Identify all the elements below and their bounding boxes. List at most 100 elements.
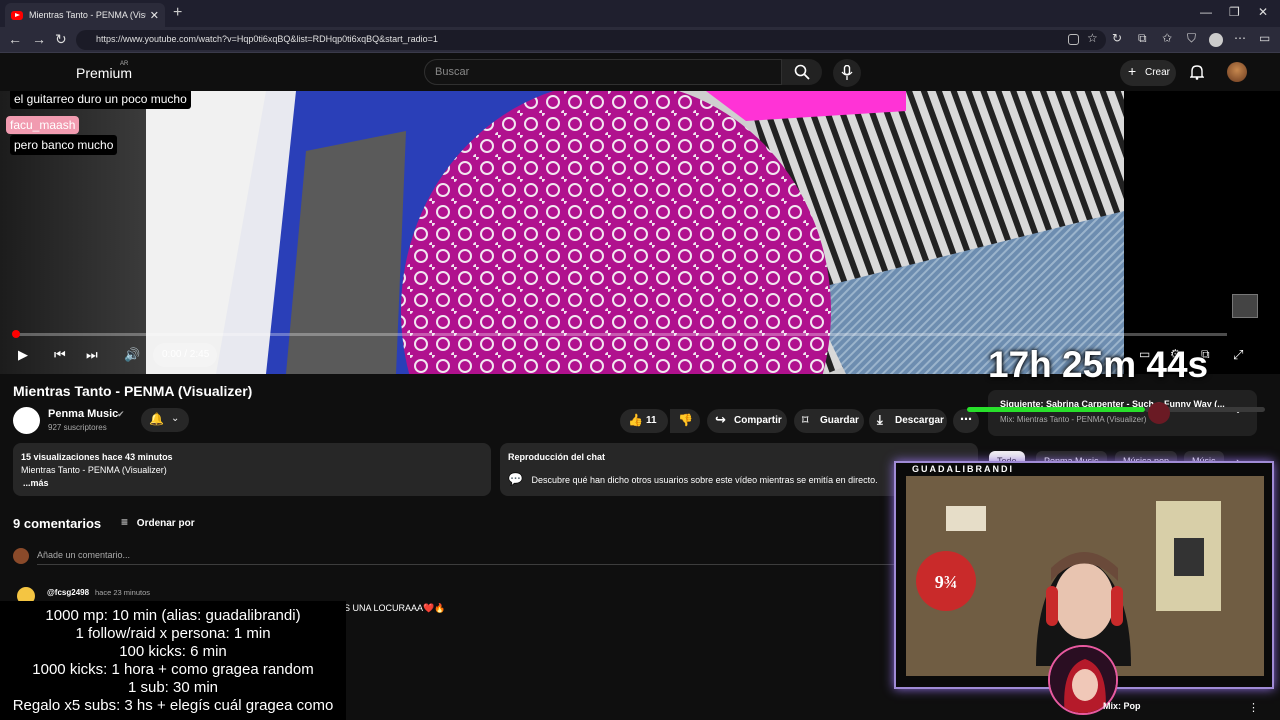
goal-line: 1 sub: 30 min <box>127 679 219 696</box>
browser-tab[interactable]: Mientras Tanto - PENMA (Visualizer) ✕ <box>5 3 165 27</box>
favorites-icon[interactable]: ✩ <box>1162 31 1172 45</box>
streamer-name: GUADALIBRANDI <box>912 464 1014 474</box>
create-label: Crear <box>1145 67 1171 78</box>
more-vert-icon[interactable]: ⋮ <box>1248 701 1259 714</box>
tab-close-icon[interactable]: ✕ <box>150 9 159 22</box>
view-stats: 15 visualizaciones hace 43 minutos <box>21 452 173 462</box>
comment-time[interactable]: hace 23 minutos <box>95 588 150 597</box>
sort-label: Ordenar por <box>136 518 195 529</box>
more-actions-button[interactable]: ⋯ <box>953 409 979 433</box>
show-more-link[interactable]: ...más <box>21 477 491 490</box>
mix-pop-label[interactable]: Mix: Pop <box>1103 701 1141 711</box>
url-text: https://www.youtube.com/watch?v=Hqp0ti6x… <box>96 34 438 44</box>
save-button[interactable]: ⌑ Guardar <box>794 409 864 433</box>
voice-search-button[interactable] <box>833 59 861 87</box>
video-title: Mientras Tanto - PENMA (Visualizer) <box>13 383 253 399</box>
user-avatar[interactable] <box>1227 62 1247 82</box>
progress-bar[interactable] <box>12 330 1227 338</box>
new-tab-icon[interactable]: + <box>173 4 182 22</box>
search-button[interactable] <box>782 59 822 85</box>
reader-icon[interactable] <box>1068 34 1079 45</box>
thumbs-up-icon: 👍 <box>628 413 643 427</box>
sort-icon: ≡ <box>121 515 129 529</box>
tab-title: Mientras Tanto - PENMA (Visualizer) <box>29 10 146 20</box>
favorite-star-icon[interactable]: ☆ <box>1087 31 1098 45</box>
comment-username[interactable]: @fcsg2498 <box>47 588 89 597</box>
channel-name[interactable]: Penma Music <box>48 408 118 420</box>
previous-icon[interactable]: ⏮ <box>54 347 66 363</box>
next-icon[interactable]: ⏭ <box>86 347 98 363</box>
stream-goals: 1000 mp: 10 min (alias: guadalibrandi) 1… <box>0 601 346 720</box>
address-bar-row: ← → ↻ https://www.youtube.com/watch?v=Hq… <box>0 27 1280 53</box>
video-frame <box>146 91 1124 374</box>
download-icon: ⤓ <box>877 412 883 427</box>
logo-region: AR <box>120 61 129 67</box>
shield-icon[interactable]: ⛉ <box>1187 31 1196 46</box>
search-placeholder: Buscar <box>435 66 470 78</box>
browser-menu-icon[interactable]: ⋯ <box>1234 31 1246 45</box>
goal-line: Regalo x5 subs: 3 hs + elegís cuál grage… <box>12 697 334 714</box>
youtube-favicon-icon <box>11 10 23 20</box>
description-text: Mientras Tanto - PENMA (Visualizer) <box>21 465 167 475</box>
share-icon: ↪ <box>715 412 726 427</box>
mini-cam-thumbnail <box>1232 294 1258 318</box>
goal-line: 1000 kicks: 1 hora + como gragea random <box>32 661 314 678</box>
download-button[interactable]: ⤓ Descargar <box>869 409 947 433</box>
like-count: 11 <box>646 415 657 426</box>
play-icon[interactable]: ▶ <box>18 347 28 363</box>
next-up-panel[interactable] <box>988 390 1257 436</box>
url-input[interactable]: https://www.youtube.com/watch?v=Hqp0ti6x… <box>76 30 1106 50</box>
next-avatar <box>1148 402 1170 424</box>
download-label: Descargar <box>895 415 944 426</box>
timer-bar-fill <box>967 407 1145 412</box>
goal-line: 100 kicks: 6 min <box>119 643 227 660</box>
progress-scrubber[interactable] <box>12 330 20 338</box>
fullscreen-icon[interactable]: ⤢ <box>1233 347 1243 363</box>
like-button[interactable]: 👍 11 <box>620 409 668 433</box>
chat-message: pero banco mucho <box>10 135 118 155</box>
browser-profile-avatar[interactable] <box>1209 33 1223 47</box>
chat-username: facu_maash <box>6 116 80 134</box>
window-close-icon[interactable]: ✕ <box>1258 5 1268 19</box>
visualizer-art <box>146 91 1124 374</box>
svg-text:9¾: 9¾ <box>935 572 958 592</box>
stream-timer: 17h 25m 44s <box>988 344 1209 385</box>
goal-line: 1000 mp: 10 min (alias: guadalibrandi) <box>45 607 301 624</box>
thumbs-down-icon: 👎 <box>678 413 693 427</box>
forward-icon[interactable]: → <box>32 31 46 47</box>
comment-text: S UNA LOCURAAA❤️🔥 <box>344 603 446 613</box>
split-screen-icon[interactable]: ⧉ <box>1138 31 1147 46</box>
youtube-logo[interactable]: Premium <box>76 65 132 81</box>
share-button[interactable]: ↪ Compartir <box>707 409 787 433</box>
refresh-extension-icon[interactable]: ↻ <box>1112 31 1122 45</box>
more-icon: ⋯ <box>960 412 972 426</box>
sort-button[interactable]: ≡ Ordenar por <box>121 515 195 529</box>
volume-icon[interactable]: 🔊 <box>124 347 140 363</box>
commenter-avatar <box>13 548 29 564</box>
comments-count: 9 comentarios <box>13 516 102 531</box>
chat-replay-text: Descubre qué han dicho otros usuarios so… <box>531 475 878 485</box>
reload-icon[interactable]: ↻ <box>55 31 67 48</box>
comment-input-underline <box>37 564 972 565</box>
chat-message: el guitarreo duro un poco mucho <box>10 91 191 109</box>
minimize-icon[interactable]: — <box>1200 5 1212 19</box>
maximize-icon[interactable]: ❐ <box>1229 5 1240 19</box>
create-button[interactable]: + Crear <box>1120 60 1176 86</box>
description-box[interactable]: 15 visualizaciones hace 43 minutos Mient… <box>13 443 491 496</box>
notifications-bell-icon[interactable] <box>1190 64 1204 80</box>
time-text: 0:00 / 2:45 <box>162 349 210 360</box>
channel-avatar[interactable] <box>13 407 40 434</box>
dislike-button[interactable]: 👎 <box>670 409 700 433</box>
save-label: Guardar <box>820 415 859 426</box>
sidebar-toggle-icon[interactable]: ▭ <box>1259 31 1270 45</box>
bell-icon: 🔔 <box>149 412 164 426</box>
browser-tab-bar: Mientras Tanto - PENMA (Visualizer) ✕ + … <box>0 0 1280 27</box>
next-up-subtitle: Mix: Mientras Tanto - PENMA (Visualizer) <box>1000 415 1147 424</box>
share-label: Compartir <box>734 415 782 426</box>
video-player[interactable]: facu_maash el guitarreo duro un poco muc… <box>0 91 1280 374</box>
back-icon[interactable]: ← <box>8 31 22 47</box>
subscription-bell-button[interactable]: 🔔 ⌄ <box>141 408 189 432</box>
bookmark-icon: ⌑ <box>802 413 809 427</box>
add-comment-input[interactable]: Añade un comentario... <box>37 550 130 560</box>
search-input[interactable]: Buscar <box>424 59 782 85</box>
